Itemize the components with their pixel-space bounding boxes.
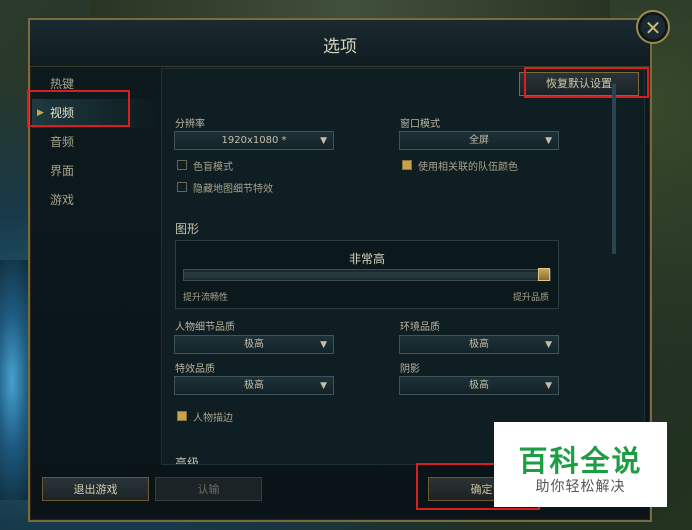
close-button[interactable]: ✕ [636, 10, 670, 44]
watermark-title: 百科全说 [518, 444, 643, 478]
team-colors-label: 使用相关联的队伍颜色 [418, 162, 518, 173]
nav-label: 热键 [50, 77, 75, 91]
chevron-down-icon: ▼ [545, 136, 552, 146]
shadows-dropdown[interactable]: 极高 ▼ [399, 376, 559, 395]
outline-checkbox[interactable] [177, 411, 187, 421]
watermark-subtitle: 助你轻松解决 [535, 479, 626, 495]
watermark-logo: 百科全说 助你轻松解决 [494, 422, 667, 507]
title-bar: 选项 [30, 20, 650, 67]
graphics-preset-box: 非常高 提升流畅性 提升品质 [175, 240, 559, 309]
env-quality-label: 环境品质 [400, 322, 440, 333]
env-quality-dropdown[interactable]: 极高 ▼ [399, 335, 559, 354]
char-quality-label: 人物细节品质 [175, 322, 235, 333]
resolution-label: 分辨率 [175, 119, 205, 130]
hide-map-fx-checkbox[interactable] [177, 182, 187, 192]
nav-item-game[interactable]: 游戏 [32, 186, 160, 215]
resolution-value: 1920x1080 * [221, 135, 287, 146]
colorblind-checkbox[interactable] [177, 160, 187, 170]
scrollbar[interactable] [612, 84, 616, 254]
chevron-down-icon: ▼ [545, 381, 552, 391]
nav-label: 界面 [50, 164, 75, 178]
graphics-level-value: 非常高 [348, 252, 385, 266]
env-quality-value: 极高 [469, 339, 489, 350]
hide-map-fx-label: 隐藏地图细节特效 [193, 184, 273, 195]
shadows-value: 极高 [469, 380, 489, 391]
advanced-section-title: 高级 [175, 456, 200, 464]
char-quality-value: 极高 [244, 339, 264, 350]
chevron-down-icon: ▼ [320, 381, 327, 391]
highlight-box-reset [524, 67, 649, 98]
slider-max-label: 提升品质 [512, 293, 549, 303]
nav-item-interface[interactable]: 界面 [32, 157, 160, 186]
window-mode-dropdown[interactable]: 全屏 ▼ [399, 131, 559, 150]
fx-quality-value: 极高 [244, 380, 264, 391]
nav-item-audio[interactable]: 音频 [32, 128, 160, 157]
chevron-down-icon: ▼ [320, 340, 327, 350]
colorblind-label: 色盲模式 [193, 162, 233, 173]
slider-min-label: 提升流畅性 [183, 293, 229, 303]
window-mode-value: 全屏 [469, 135, 489, 146]
shadows-label: 阴影 [400, 364, 420, 375]
resolution-dropdown[interactable]: 1920x1080 * ▼ [174, 131, 334, 150]
slider-fill [184, 272, 538, 278]
nav-label: 游戏 [50, 193, 75, 207]
highlight-box-video [27, 90, 130, 127]
slider-handle[interactable] [538, 268, 550, 281]
nav-label: 音频 [50, 135, 75, 149]
window-mode-label: 窗口模式 [400, 119, 440, 130]
surrender-button[interactable]: 认输 [155, 477, 262, 501]
fx-quality-label: 特效品质 [175, 364, 215, 375]
char-quality-dropdown[interactable]: 极高 ▼ [174, 335, 334, 354]
outline-label: 人物描边 [193, 413, 233, 424]
quit-game-button[interactable]: 退出游戏 [42, 477, 149, 501]
dialog-title: 选项 [323, 37, 357, 57]
game-background-top [90, 0, 610, 18]
fx-quality-dropdown[interactable]: 极高 ▼ [174, 376, 334, 395]
graphics-slider[interactable] [183, 268, 551, 281]
chevron-down-icon: ▼ [320, 136, 327, 146]
graphics-section-title: 图形 [175, 222, 200, 236]
chevron-down-icon: ▼ [545, 340, 552, 350]
team-colors-checkbox[interactable] [402, 160, 412, 170]
